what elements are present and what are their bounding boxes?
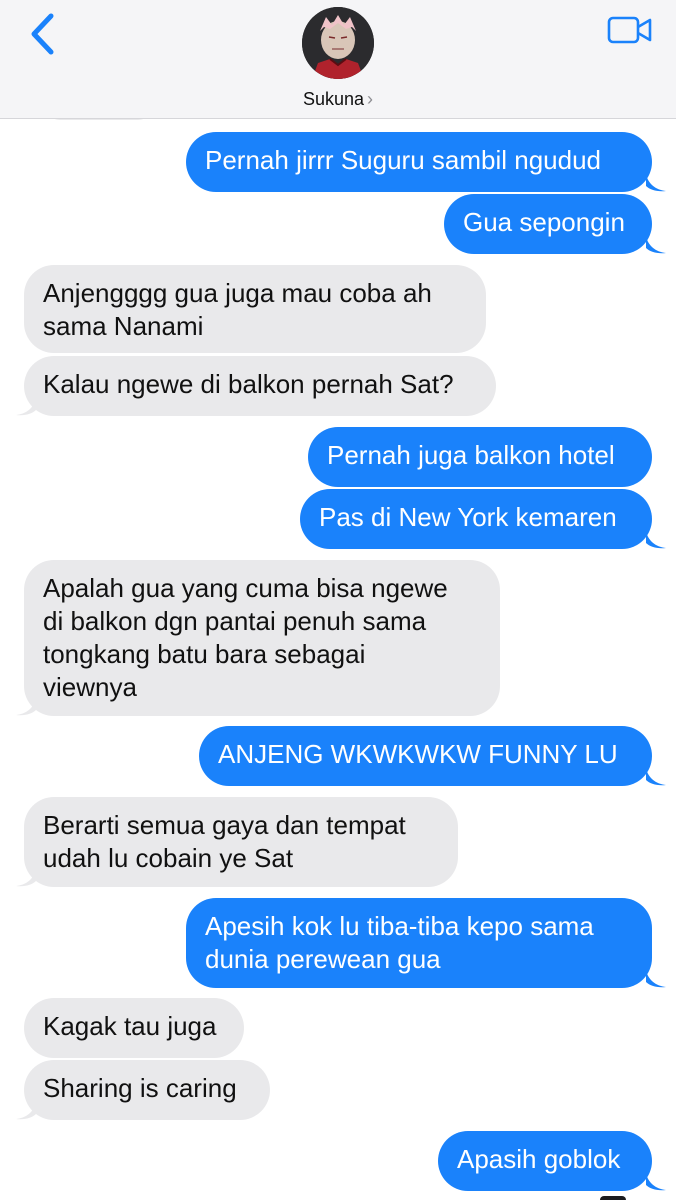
message-bubble-outgoing[interactable]: Pas di New York kemaren bbox=[300, 489, 652, 549]
bubble-tail bbox=[646, 970, 666, 988]
avatar-image bbox=[302, 7, 374, 79]
bubble-tail bbox=[646, 531, 666, 549]
contact-name: Sukuna bbox=[302, 89, 365, 109]
bubble-tail bbox=[16, 869, 36, 887]
bubble-tail bbox=[16, 698, 36, 716]
message-bubble-incoming[interactable]: Kagak tau juga bbox=[24, 998, 244, 1058]
bubble-tail bbox=[16, 1102, 36, 1120]
contact-name-button[interactable]: Sukuna › bbox=[0, 88, 676, 110]
bubble-tail bbox=[16, 398, 36, 416]
message-bubble-outgoing[interactable]: Pernah juga balkon hotel bbox=[308, 427, 652, 487]
message-bubble-outgoing[interactable]: Apasih goblok bbox=[438, 1131, 652, 1191]
message-bubble-incoming[interactable]: Berarti semua gaya dan tempat udah lu co… bbox=[24, 797, 458, 887]
message-bubble-incoming[interactable]: Anjengggg gua juga mau coba ah sama Nana… bbox=[24, 265, 486, 353]
message-bubble-outgoing[interactable]: ANJENG WKWKWKW FUNNY LU bbox=[199, 726, 652, 786]
chevron-right-icon: › bbox=[367, 89, 374, 109]
messages-screen: Pernah jirrr Suguru sambil ngudud Gua se… bbox=[0, 0, 676, 1200]
message-bubble-incoming[interactable]: Apalah gua yang cuma bisa ngewe di balko… bbox=[24, 560, 500, 716]
chevron-left-icon bbox=[31, 13, 54, 55]
bubble-tail bbox=[646, 1173, 666, 1191]
message-bubble-outgoing[interactable]: Gua sepongin bbox=[444, 194, 652, 254]
bubble-tail bbox=[646, 236, 666, 254]
contact-avatar[interactable] bbox=[302, 7, 374, 79]
delivered-indicator-partial bbox=[600, 1196, 626, 1200]
message-bubble-outgoing[interactable]: Apesih kok lu tiba-tiba kepo sama dunia … bbox=[186, 898, 652, 988]
bubble-tail bbox=[646, 768, 666, 786]
message-bubble-outgoing[interactable]: Pernah jirrr Suguru sambil ngudud bbox=[186, 132, 652, 192]
bubble-tail bbox=[646, 174, 666, 192]
back-button[interactable] bbox=[20, 10, 64, 58]
video-camera-icon bbox=[607, 16, 652, 44]
message-bubble-incoming[interactable]: Sharing is caring bbox=[24, 1060, 270, 1120]
message-bubble-incoming[interactable]: Kalau ngewe di balkon pernah Sat? bbox=[24, 356, 496, 416]
facetime-video-button[interactable] bbox=[606, 12, 654, 48]
conversation-header: Sukuna › bbox=[0, 0, 676, 119]
